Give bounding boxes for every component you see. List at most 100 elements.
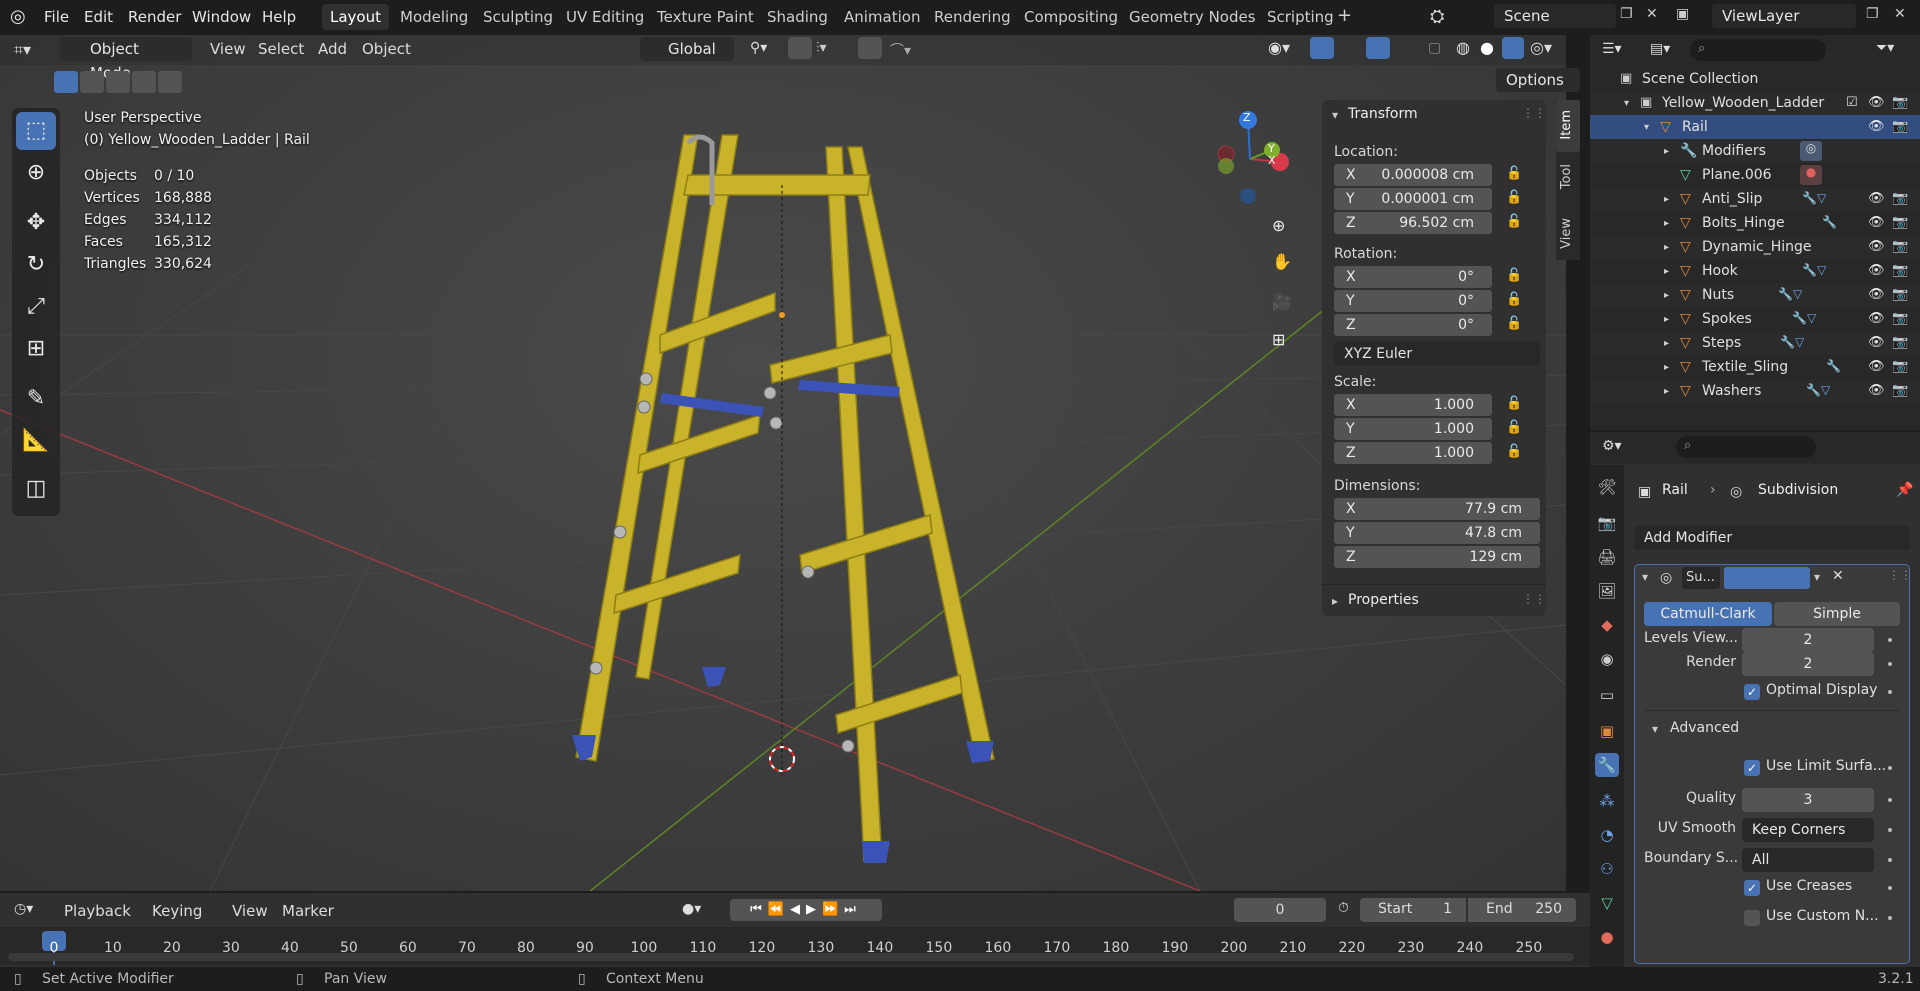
select-extend-icon[interactable] [80, 71, 104, 93]
dimension-y-field[interactable]: Y 47.8 cm [1334, 522, 1540, 544]
lock-icon[interactable]: 🔓 [1506, 444, 1522, 459]
select-intersect-icon[interactable] [132, 71, 156, 93]
outliner-collection[interactable]: ▾ ▣ Yellow_Wooden_Ladder ☑ 👁 📷 [1590, 91, 1920, 115]
outliner-item-rail[interactable]: ▾ ▽ Rail 👁 📷 [1590, 115, 1920, 139]
keyframe-dot-icon[interactable] [1888, 638, 1892, 642]
menu-keying[interactable]: Keying [152, 902, 202, 920]
location-z-field[interactable]: Z 96.502 cm [1334, 212, 1492, 234]
rotation-z-field[interactable]: Z 0° [1334, 314, 1492, 336]
tab-tool[interactable]: Tool [1559, 164, 1579, 189]
outliner-modifiers[interactable]: ▸ 🔧 Modifiers ◎ [1590, 139, 1920, 163]
camera-icon[interactable]: 📷 [1892, 215, 1908, 230]
rotation-mode-dropdown[interactable]: XYZ Euler [1334, 342, 1540, 366]
menu-file[interactable]: File [44, 8, 69, 26]
material-icon[interactable]: ● [1800, 165, 1822, 185]
gizmo-toggle-icon[interactable] [1310, 37, 1334, 59]
object-tab-icon[interactable]: ▣ [1595, 719, 1619, 743]
expand-icon[interactable]: ▸ [1664, 314, 1669, 325]
tab-rendering[interactable]: Rendering [934, 8, 1011, 26]
snap-target-icon[interactable]: ⫶▾ [816, 40, 827, 56]
expand-icon[interactable]: ▸ [1664, 338, 1669, 349]
proportional-edit-icon[interactable] [858, 37, 882, 59]
outliner-scene-collection[interactable]: ▣ Scene Collection [1590, 67, 1920, 91]
outliner-child[interactable]: ▸ ▽ Anti_Slip 🔧▽ 👁 📷 [1590, 187, 1920, 211]
scale-x-field[interactable]: X 1.000 [1334, 394, 1492, 416]
camera-icon[interactable]: 📷 [1892, 359, 1908, 374]
advanced-collapse-icon[interactable]: ▾ [1652, 722, 1658, 736]
measure-tool-icon[interactable]: 📐 [16, 422, 56, 460]
view-layer-tab-icon[interactable]: 🖼 [1595, 579, 1619, 603]
menu-view[interactable]: View [232, 902, 268, 920]
data-tab-icon[interactable]: ▽ [1595, 891, 1619, 915]
tab-layout[interactable]: Layout [322, 4, 389, 30]
select-box-mode-icon[interactable] [54, 71, 78, 93]
annotate-tool-icon[interactable]: ✎ [16, 380, 56, 418]
expand-icon[interactable]: ▸ [1664, 146, 1669, 157]
catmull-clark-button[interactable]: Catmull-Clark [1644, 602, 1772, 626]
material-tab-icon[interactable]: ● [1595, 925, 1619, 949]
dimension-x-field[interactable]: X 77.9 cm [1334, 498, 1540, 520]
menu-marker[interactable]: Marker [282, 902, 334, 920]
particles-tab-icon[interactable]: ⁂ [1595, 789, 1619, 813]
camera-icon[interactable]: 🎥 [1272, 292, 1292, 311]
pivot-icon[interactable]: ⚲▾ [750, 40, 767, 56]
output-tab-icon[interactable]: 🖨 [1595, 545, 1619, 569]
use-creases-checkbox[interactable]: ✓ [1744, 880, 1760, 896]
view-layer-field[interactable]: ViewLayer [1712, 4, 1856, 28]
eye-icon[interactable]: 👁 [1868, 191, 1885, 206]
select-box-tool-icon[interactable]: ⬚ [16, 112, 56, 150]
copy-view-layer-icon[interactable]: ❐ [1866, 6, 1879, 22]
expand-icon[interactable]: ▸ [1664, 386, 1669, 397]
camera-icon[interactable]: 📷 [1892, 95, 1908, 110]
keyframe-dot-icon[interactable] [1888, 662, 1892, 666]
menu-window[interactable]: Window [192, 8, 251, 26]
camera-icon[interactable]: 📷 [1892, 119, 1908, 134]
eye-icon[interactable]: 👁 [1868, 359, 1885, 374]
menu-edit[interactable]: Edit [84, 8, 113, 26]
physics-tab-icon[interactable]: ◔ [1595, 823, 1619, 847]
keyframe-dot-icon[interactable] [1888, 886, 1892, 890]
collapse-icon[interactable]: ▾ [1642, 570, 1648, 584]
tab-compositing[interactable]: Compositing [1024, 8, 1118, 26]
solid-shading-icon[interactable]: ● [1480, 38, 1494, 57]
eye-icon[interactable]: 👁 [1868, 95, 1885, 110]
options-dropdown[interactable]: Options [1496, 68, 1580, 92]
location-y-field[interactable]: Y 0.000001 cm [1334, 188, 1492, 210]
keyframe-dot-icon[interactable] [1888, 828, 1892, 832]
expand-icon[interactable]: ▸ [1664, 218, 1669, 229]
transform-collapse-icon[interactable]: ▾ [1332, 108, 1338, 122]
menu-render[interactable]: Render [128, 8, 181, 26]
add-workspace-button[interactable]: + [1337, 5, 1352, 26]
modifier-menu-icon[interactable]: ▾ [1814, 570, 1820, 584]
transform-title[interactable]: Transform [1348, 106, 1418, 122]
eye-icon[interactable]: 👁 [1868, 239, 1885, 254]
playback-controls[interactable]: ⏮⏪◀▶⏩⏭ [730, 899, 882, 921]
material-shading-icon[interactable] [1502, 37, 1524, 59]
tab-animation[interactable]: Animation [844, 8, 920, 26]
lock-icon[interactable]: 🔓 [1506, 190, 1522, 205]
menu-playback[interactable]: Playback [64, 902, 131, 920]
select-invert-icon[interactable] [158, 71, 182, 93]
eye-icon[interactable]: 👁 [1868, 287, 1885, 302]
rendered-shading-icon[interactable]: ◎▾ [1530, 38, 1552, 57]
exclude-checkbox-icon[interactable]: ☑ [1846, 95, 1858, 110]
lock-icon[interactable]: 🔓 [1506, 166, 1522, 181]
ortho-grid-icon[interactable]: ⊞ [1272, 330, 1285, 349]
eye-icon[interactable]: 👁 [1868, 383, 1885, 398]
outliner-child[interactable]: ▸ ▽ Bolts_Hinge 🔧 👁 📷 [1590, 211, 1920, 235]
drag-handle-icon[interactable]: ⋮⋮ [1522, 592, 1546, 606]
lock-icon[interactable]: 🔓 [1506, 316, 1522, 331]
transform-tool-icon[interactable]: ⊞ [16, 330, 56, 368]
lock-icon[interactable]: 🔓 [1506, 214, 1522, 229]
quality-field[interactable]: 3 [1742, 788, 1874, 812]
add-cube-tool-icon[interactable]: ◫ [16, 470, 56, 508]
outliner-child[interactable]: ▸ ▽ Steps 🔧▽ 👁 📷 [1590, 331, 1920, 355]
remove-modifier-icon[interactable]: ✕ [1832, 568, 1844, 584]
tool-tab-icon[interactable]: 🛠 [1595, 475, 1619, 499]
camera-icon[interactable]: 📷 [1892, 191, 1908, 206]
start-frame-field[interactable]: Start 1 [1360, 898, 1466, 922]
scale-y-field[interactable]: Y 1.000 [1334, 418, 1492, 440]
keyframe-dot-icon[interactable] [1888, 916, 1892, 920]
render-tab-icon[interactable]: 📷 [1595, 511, 1619, 535]
properties-expand-icon[interactable]: ▸ [1332, 594, 1338, 608]
